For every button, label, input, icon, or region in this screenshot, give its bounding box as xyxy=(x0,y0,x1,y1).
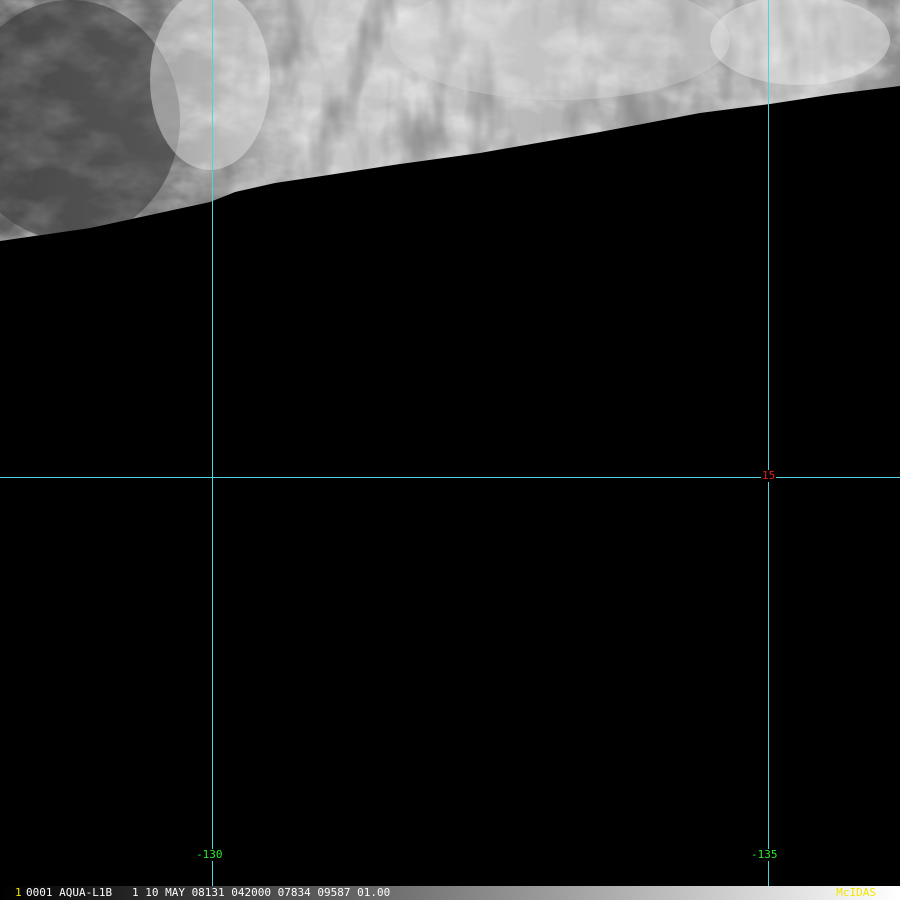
status-bar: 1 0001 AQUA-L1B 1 10 MAY 08131 042000 07… xyxy=(0,886,900,900)
mcidas-logo: McIDAS xyxy=(836,886,876,899)
longitude-label: -130 xyxy=(195,848,224,861)
satellite-image-viewer[interactable]: 15 -130 -135 xyxy=(0,0,900,900)
latitude-label: 15 xyxy=(761,469,777,482)
frame-number: 1 xyxy=(15,886,22,899)
image-info-text: 0001 AQUA-L1B 1 10 MAY 08131 042000 0783… xyxy=(26,886,391,899)
satellite-image xyxy=(0,0,900,900)
longitude-line-135 xyxy=(768,0,769,886)
longitude-line-130 xyxy=(212,0,213,886)
longitude-label: -135 xyxy=(750,848,779,861)
